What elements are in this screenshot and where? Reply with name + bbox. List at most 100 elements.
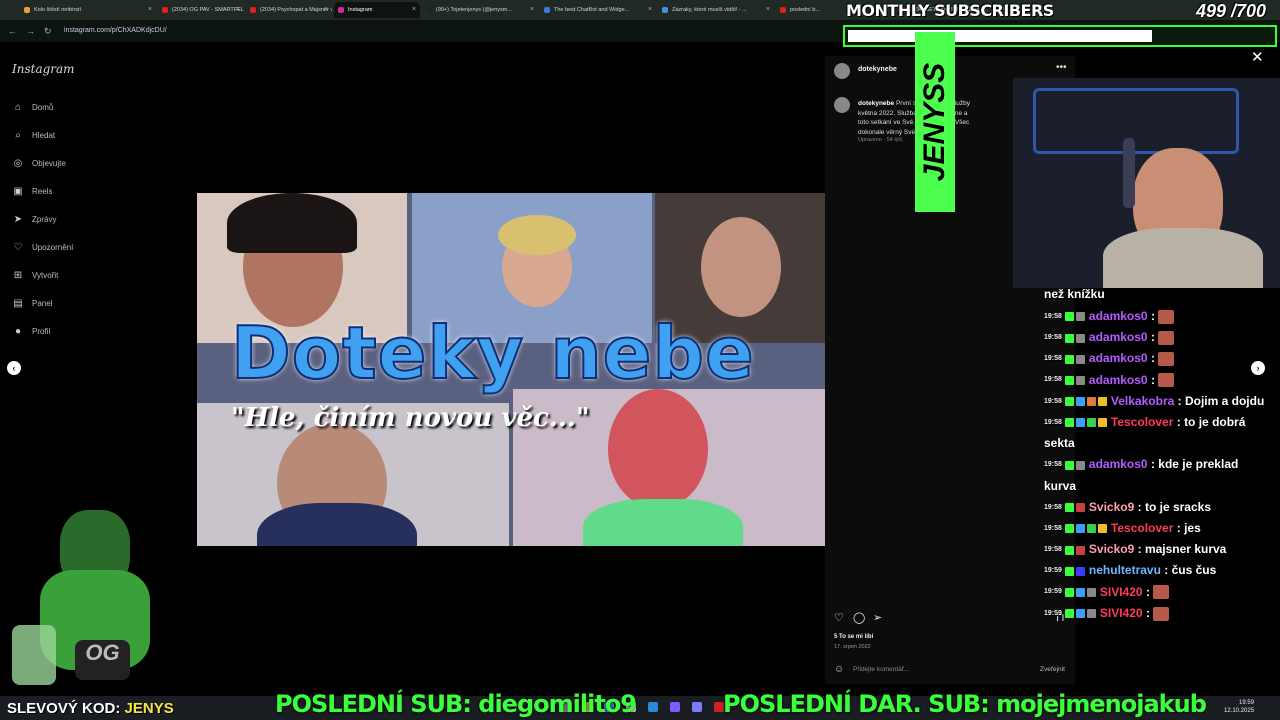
browser-tab[interactable]: Zázraky, které musíš vidět! - ... ×	[658, 2, 774, 18]
nav-icon: ▤	[13, 298, 23, 309]
stream-chat: než knížku 19:58 adamkos0 : 19:58 adamkos0 …	[1044, 286, 1280, 646]
promo-label: SLEVOVÝ KOD:	[7, 700, 121, 717]
chat-separator: :	[1147, 372, 1159, 387]
chat-badge-icon	[1075, 524, 1085, 534]
chat-time: 19:58	[1044, 418, 1062, 426]
chat-badge-icon	[1064, 418, 1074, 428]
mail-icon[interactable]	[648, 702, 658, 712]
chat-emote-icon	[1158, 309, 1175, 324]
chat-username[interactable]: Svicko9	[1089, 542, 1134, 556]
chat-separator: :	[1173, 521, 1185, 535]
chat-badge-icon	[1064, 397, 1074, 407]
sidebar-item-3[interactable]: ▣ Reels	[12, 185, 52, 199]
chat-badge-icon	[1086, 524, 1096, 534]
chat-username[interactable]: Svicko9	[1089, 500, 1134, 514]
tab-close-icon[interactable]: ×	[766, 2, 770, 18]
post-username[interactable]: dotekynebe	[858, 66, 897, 73]
tab-label: Kolo štěstí nettérstí	[34, 7, 82, 13]
tab-label: poslední b...	[790, 7, 820, 13]
chat-badge-icon	[1075, 545, 1085, 555]
chat-message: to je dobrá	[1184, 415, 1246, 429]
sidebar-item-1[interactable]: ⌕ Hledat	[12, 129, 55, 143]
browser-tab[interactable]: Kolo štěstí nettérstí ×	[20, 2, 156, 18]
comment-input[interactable]: Přidejte komentář...	[853, 666, 909, 673]
nav-icon: ⌕	[15, 130, 21, 141]
close-icon[interactable]: ✕	[1251, 48, 1264, 66]
forward-icon[interactable]: →	[26, 24, 35, 38]
chat-line: než knížku	[1044, 287, 1105, 301]
chat-username[interactable]: adamkos0	[1089, 330, 1148, 344]
chat-time: 19:58	[1044, 312, 1062, 320]
prev-post-arrow[interactable]: ‹	[7, 361, 21, 375]
emoji-icon[interactable]: ☺	[834, 664, 844, 675]
tab-close-icon[interactable]: ×	[648, 2, 652, 18]
chat-separator: :	[1147, 457, 1159, 472]
chat-badge-icon	[1086, 609, 1096, 619]
chat-badge-icon	[1064, 354, 1074, 364]
subscriber-goal-count: 499 /700	[1196, 1, 1267, 21]
comment-icon[interactable]: ◯	[853, 611, 865, 624]
url-field[interactable]: instagram.com/p/ChXADKdjcDU/	[64, 24, 167, 38]
nav-icon: ⊞	[13, 270, 23, 281]
tab-close-icon[interactable]: ×	[236, 2, 240, 18]
last-gift-sub-ticker: POSLEDNÍ DAR. SUB: mojejmenojakub	[723, 690, 1207, 718]
instagram-logo[interactable]: Instagram	[12, 62, 75, 76]
chat-badge-icon	[1064, 460, 1074, 470]
chat-emote-icon	[1153, 585, 1170, 600]
chat-username[interactable]: adamkos0	[1089, 457, 1148, 471]
browser-tab[interactable]: The best ChatBot and Widge... ×	[540, 2, 656, 18]
avatar[interactable]	[834, 63, 850, 79]
chat-badge-icon	[1075, 503, 1085, 513]
chat-badge-icon	[1086, 587, 1096, 597]
sidebar-item-4[interactable]: ➤ Zprávy	[12, 213, 57, 227]
chat-message: majsner kurva	[1144, 542, 1227, 557]
chat-time: 19:58	[1044, 397, 1062, 405]
caption-avatar[interactable]	[834, 97, 850, 113]
share-icon[interactable]: ➢	[873, 611, 882, 624]
chat-username[interactable]: Tescolover	[1111, 521, 1173, 535]
sidebar-item-8[interactable]: ● Profil	[12, 325, 50, 339]
chat-username[interactable]: Tescolover	[1111, 415, 1173, 429]
sidebar-item-2[interactable]: ◎ Objevujte	[12, 157, 66, 171]
tab-close-icon[interactable]: ×	[324, 2, 328, 18]
publish-button[interactable]: Zveřejnit	[1040, 666, 1065, 673]
caption-username[interactable]: dotekynebe	[858, 100, 894, 107]
system-clock[interactable]: 19:59 12.10.2025	[1224, 699, 1254, 715]
chat-username[interactable]: SIVI420	[1100, 606, 1143, 620]
chat-username[interactable]: Velkakobra	[1111, 394, 1174, 408]
likes-count[interactable]: 5 To se mi líbí	[834, 634, 873, 640]
chat-username[interactable]: adamkos0	[1089, 309, 1148, 323]
sidebar-item-label: Domů	[32, 103, 54, 112]
tab-label: Instagram	[348, 7, 373, 13]
sidebar-item-7[interactable]: ▤ Panel	[12, 297, 52, 311]
chat-username[interactable]: adamkos0	[1089, 351, 1148, 365]
like-icon[interactable]: ♡	[834, 611, 844, 624]
tab-favicon-icon	[780, 7, 786, 13]
chat-username[interactable]: adamkos0	[1089, 373, 1148, 387]
back-icon[interactable]: ←	[8, 24, 17, 38]
sidebar-item-0[interactable]: ⌂ Domů	[12, 101, 53, 115]
sidebar-item-label: Vytvořit	[32, 271, 59, 280]
discord-icon[interactable]	[670, 702, 680, 712]
chat-separator: :	[1174, 393, 1185, 408]
browser-tab[interactable]: Instagram ×	[334, 2, 420, 18]
image-subtitle: "Hle, činím novou věc..."	[231, 403, 590, 433]
reload-icon[interactable]: ↻	[44, 24, 52, 38]
chat-username[interactable]: SIVI420	[1100, 585, 1143, 599]
sidebar-item-5[interactable]: ♡ Upozornění	[12, 241, 74, 255]
chat-message: jes	[1184, 521, 1201, 535]
chat-emote-icon	[1158, 373, 1175, 388]
more-options-icon[interactable]: •••	[1056, 62, 1067, 73]
teams-icon[interactable]	[692, 702, 702, 712]
browser-tab[interactable]: (2034) OG PAV - SMARTFELL... ×	[158, 2, 244, 18]
chat-message: to je sracks	[1144, 499, 1211, 514]
nav-icon: ♡	[13, 242, 23, 253]
tab-close-icon[interactable]: ×	[148, 2, 152, 18]
tab-close-icon[interactable]: ×	[412, 2, 416, 18]
tab-close-icon[interactable]: ×	[530, 2, 534, 18]
browser-tab[interactable]: (99+) Tojetenjenys (@jenysm... ×	[422, 2, 538, 18]
chat-badge-icon	[1075, 333, 1085, 343]
chat-username[interactable]: nehultetravu	[1089, 563, 1161, 577]
browser-tab[interactable]: (2034) Psychopat a Majsner v... ×	[246, 2, 332, 18]
sidebar-item-6[interactable]: ⊞ Vytvořit	[12, 269, 59, 283]
